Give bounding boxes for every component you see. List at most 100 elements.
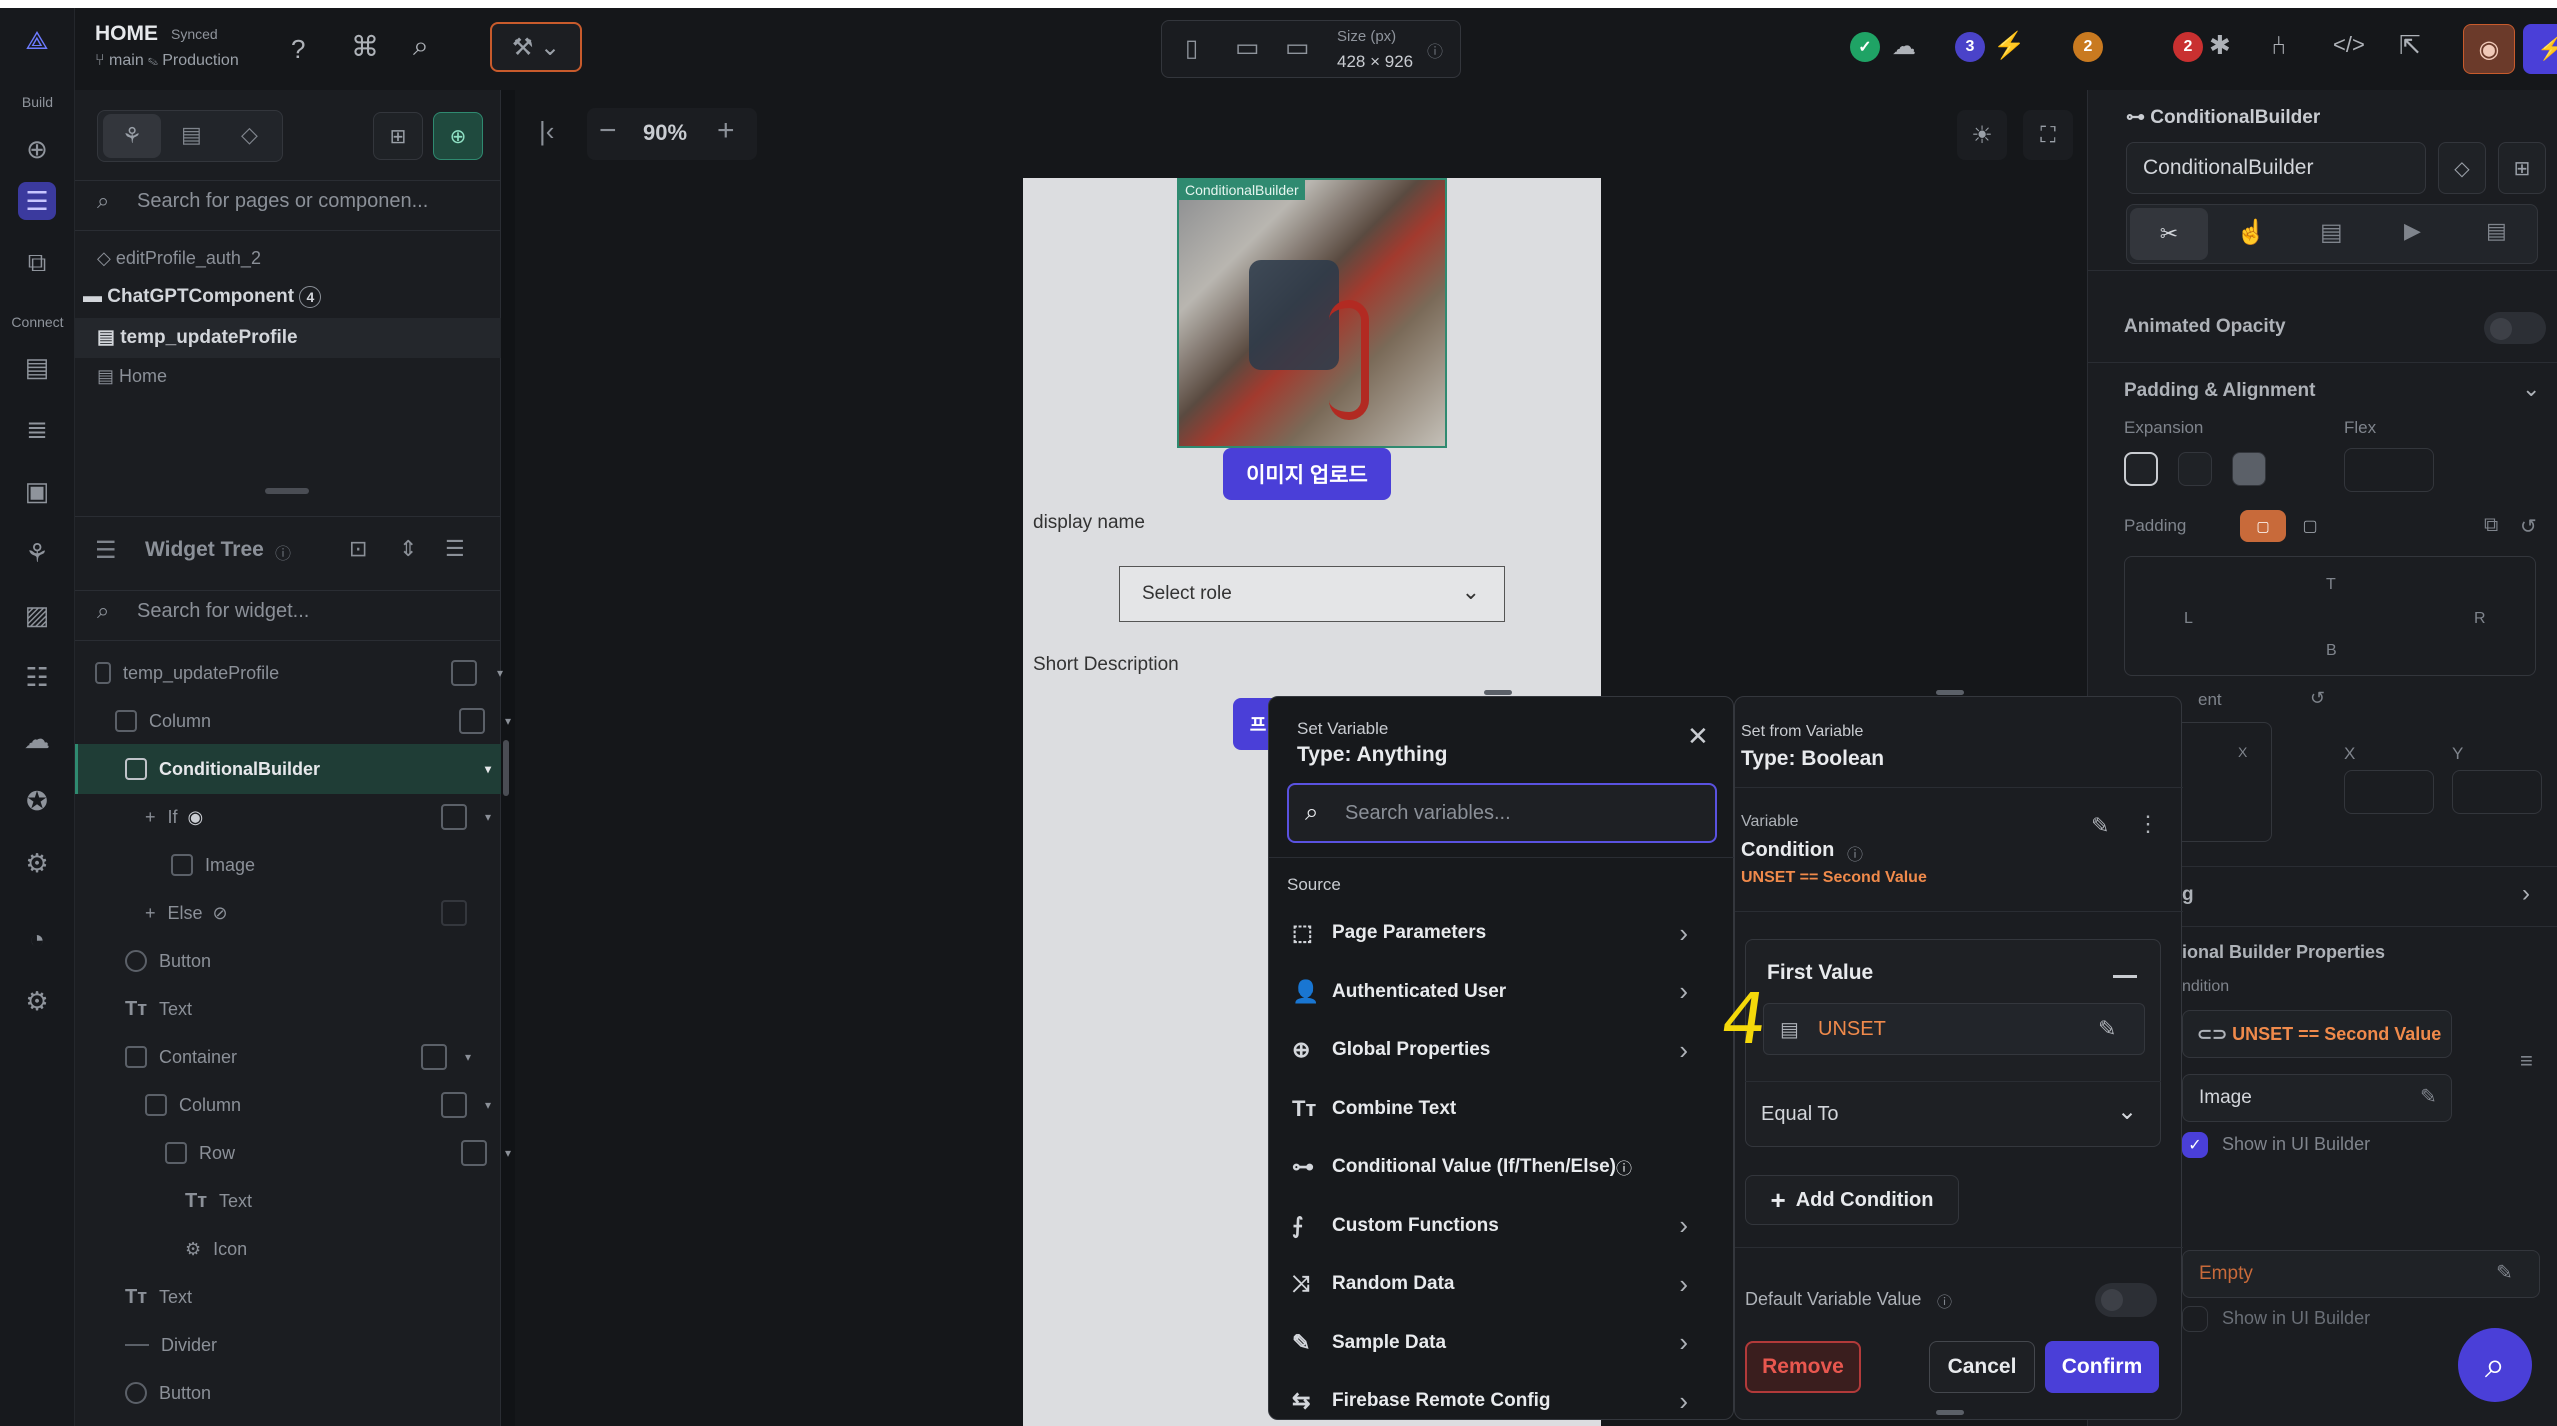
tree-row-page[interactable]: temp_updateProfile ▾ <box>95 650 513 696</box>
caret-icon[interactable]: ▾ <box>497 666 503 680</box>
condition-value-chip[interactable]: ⊂⊃ UNSET == Second Value <box>2182 1010 2452 1058</box>
run-dropdown[interactable]: ⚡ ⌄ <box>2523 24 2557 74</box>
expansion-option-2[interactable] <box>2178 452 2212 486</box>
tree-row-column-2[interactable]: Column ▾ <box>145 1082 501 1128</box>
add-child-icon[interactable] <box>461 1140 487 1166</box>
chevron-right-icon[interactable]: › <box>1679 976 1688 1007</box>
page-item-editprofile[interactable]: ◇ editProfile_auth_2 <box>97 248 261 269</box>
chevron-right-icon[interactable]: › <box>1679 918 1688 949</box>
add-child-icon[interactable] <box>441 1092 467 1118</box>
caret-icon[interactable]: ▾ <box>485 1098 491 1112</box>
api-icon[interactable]: ≣ <box>18 410 56 448</box>
drag-handle-icon[interactable]: ≡ <box>2520 1048 2533 1074</box>
tree-row-button-2[interactable]: Button <box>125 1370 501 1416</box>
chevron-right-icon[interactable]: › <box>1679 1269 1688 1300</box>
check-status-icon[interactable]: ✓ <box>1850 32 1880 62</box>
edit-pencil-icon-2[interactable]: ✎ <box>2496 1260 2513 1285</box>
reset-icon[interactable]: ↺ <box>2520 514 2537 539</box>
components-tab-icon[interactable]: ◇ <box>241 122 258 148</box>
filter-icon[interactable]: ☰ <box>445 536 465 562</box>
badge-red[interactable]: 2 <box>2173 32 2203 62</box>
tests-icon[interactable]: ✪ <box>18 782 56 820</box>
docs-tab-icon[interactable]: ▤ <box>2486 218 2507 244</box>
chevron-right-icon[interactable]: › <box>1679 1386 1688 1417</box>
add-child-icon[interactable] <box>441 900 467 926</box>
add-child-icon[interactable] <box>441 804 467 830</box>
source-item[interactable]: 👤 Authenticated User › <box>1270 963 1710 1021</box>
lightning-icon[interactable]: ⚡ <box>1993 30 2025 61</box>
add-child-icon[interactable] <box>459 708 485 734</box>
panel-drag-handle[interactable] <box>1936 690 1964 695</box>
caret-icon[interactable]: ▾ <box>485 762 491 776</box>
storyboard-tab-icon[interactable]: ▤ <box>181 122 202 148</box>
branch-info[interactable]: ⑂ main ✎ Production <box>95 52 239 70</box>
panel-drag-handle-bottom[interactable] <box>1936 1410 1964 1415</box>
confirm-button[interactable]: Confirm <box>2045 1341 2159 1393</box>
first-value-input[interactable]: ▤ UNSET ✎ <box>1763 1003 2145 1055</box>
expand-icon[interactable]: ⇕ <box>399 536 417 562</box>
operator-dropdown[interactable]: Equal To <box>1761 1103 1838 1126</box>
close-icon[interactable]: ✕ <box>1687 721 1709 752</box>
padding-individual-icon[interactable]: ▢ <box>2294 510 2326 542</box>
source-item[interactable]: ⬚ Page Parameters › <box>1270 904 1710 962</box>
new-folder-icon[interactable]: ⊞ <box>373 112 423 160</box>
show-ui-builder-checkbox-2[interactable] <box>2182 1306 2208 1332</box>
add-page-icon[interactable]: ⊕ <box>18 130 56 168</box>
source-item[interactable]: ⨍ Custom Functions › <box>1270 1197 1710 1255</box>
collapse-minus-icon[interactable] <box>2113 975 2137 978</box>
widget-name-input[interactable]: ConditionalBuilder <box>2126 142 2426 194</box>
page-item-home[interactable]: ▤ Home <box>97 366 167 387</box>
add-child-icon[interactable] <box>421 1044 447 1070</box>
media-icon[interactable]: ▨ <box>18 596 56 634</box>
caret-icon[interactable]: ▾ <box>505 1146 511 1160</box>
cancel-button[interactable]: Cancel <box>1929 1341 2035 1393</box>
tree-row-text-3[interactable]: Tт Text <box>125 1274 501 1320</box>
tree-row-text-2[interactable]: Tт Text <box>185 1178 501 1224</box>
widget-tree-nav-icon[interactable]: ☰ <box>18 182 56 220</box>
chevron-right-icon[interactable]: › <box>1679 1035 1688 1066</box>
command-icon[interactable]: ⌘ <box>351 30 379 63</box>
theme-icon[interactable]: ◔ <box>18 920 56 958</box>
code-icon[interactable]: </> <box>2333 32 2365 58</box>
upload-image-button[interactable]: 이미지 업로드 <box>1223 448 1391 500</box>
database-icon[interactable]: ▤ <box>18 348 56 386</box>
components-icon[interactable]: ⧉ <box>18 244 56 282</box>
cloud-icon[interactable]: ☁ <box>18 720 56 758</box>
comments-icon[interactable]: ☁ <box>1892 32 1916 61</box>
lock-icon[interactable]: ⊡ <box>349 536 367 562</box>
tablet-icon[interactable]: ▭ <box>1235 32 1260 63</box>
zoom-level[interactable]: 90% <box>643 120 687 146</box>
caret-icon[interactable]: ▾ <box>505 714 511 728</box>
animated-opacity-toggle[interactable] <box>2484 312 2546 344</box>
source-item[interactable]: Tт Combine Text <box>1270 1080 1710 1138</box>
eye-icon[interactable]: ◉ <box>188 807 204 828</box>
tree-row-conditionalbuilder[interactable]: ConditionalBuilder ▾ <box>125 746 501 792</box>
light-mode-icon[interactable]: ☀ <box>1957 110 2007 160</box>
phone-icon[interactable]: ▯ <box>1185 34 1198 63</box>
preview-eye-icon[interactable]: ◉ <box>2463 24 2515 74</box>
expansion-option-1[interactable] <box>2124 452 2158 486</box>
ai-gen-dropdown[interactable]: ⚒ ⌄ <box>490 22 582 72</box>
chevron-right-icon[interactable]: › <box>1679 1210 1688 1241</box>
help-chat-search-icon[interactable]: ⌕ <box>2458 1328 2532 1402</box>
expansion-option-3[interactable] <box>2232 452 2266 486</box>
properties-tab-icon[interactable]: ✂ <box>2130 208 2208 260</box>
variable-search-input[interactable]: ⌕ Search variables... <box>1287 783 1717 843</box>
padding-uniform-icon[interactable]: ▢ <box>2240 510 2286 542</box>
source-item[interactable]: ✎ Sample Data › <box>1270 1314 1710 1372</box>
open-external-icon[interactable]: ⇱ <box>2399 30 2421 61</box>
tree-row-divider[interactable]: Divider <box>125 1322 501 1368</box>
source-item[interactable]: ⊶ Conditional Value (If/Then/Else) ⓘ <box>1270 1138 1710 1196</box>
add-widget-icon[interactable]: ⊞ <box>2498 142 2546 194</box>
flex-input[interactable] <box>2344 448 2434 492</box>
if-child-input[interactable]: Image <box>2182 1074 2452 1122</box>
else-child-input[interactable]: Empty <box>2182 1250 2540 1298</box>
caret-icon[interactable]: ▾ <box>485 810 491 824</box>
list-icon[interactable]: ☷ <box>18 658 56 696</box>
tree-row-else[interactable]: + Else ⊘ <box>145 890 501 936</box>
search-icon[interactable]: ⌕ <box>413 30 429 63</box>
agent-icon[interactable]: ⚙ <box>18 844 56 882</box>
add-page-button-icon[interactable]: ⊕ <box>433 112 483 160</box>
chevron-down-icon[interactable]: ⌄ <box>2522 376 2540 402</box>
edit-pencil-icon[interactable]: ✎ <box>2098 1016 2116 1042</box>
